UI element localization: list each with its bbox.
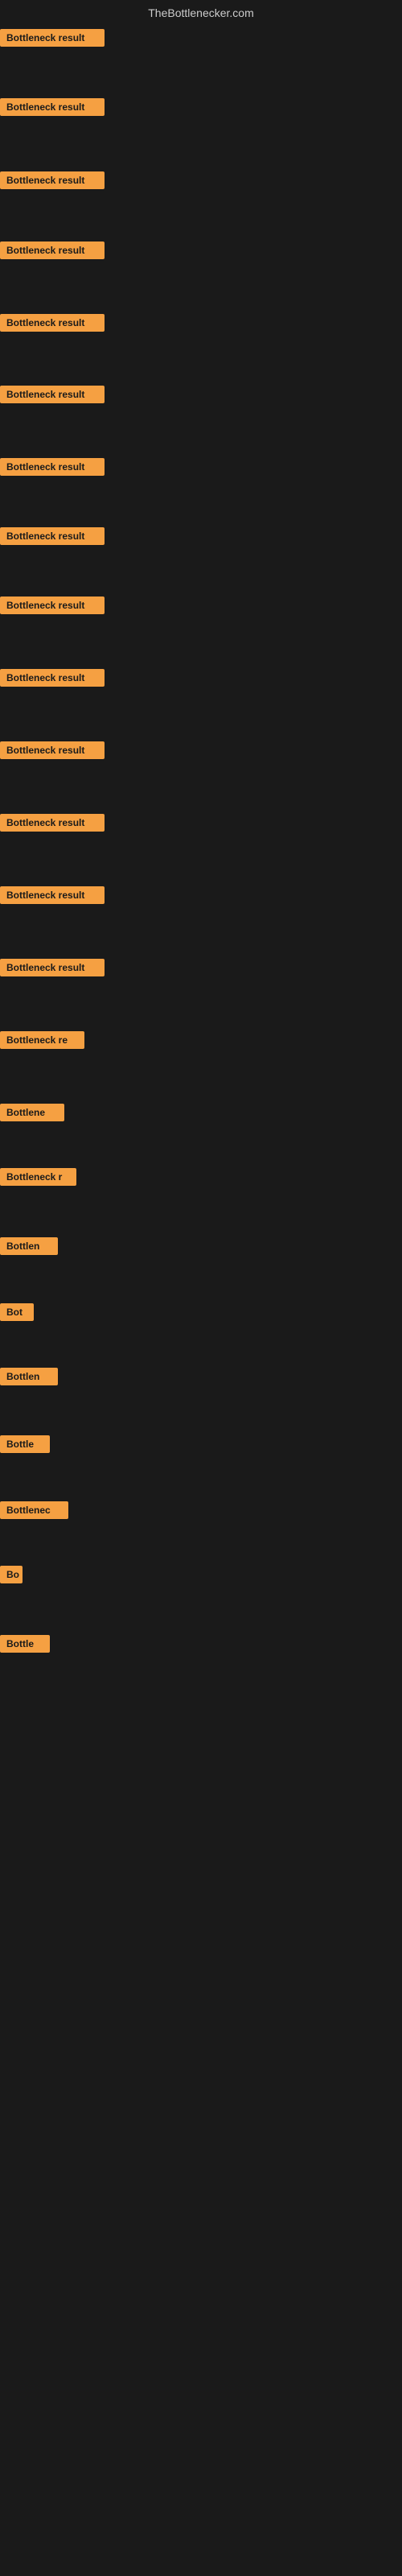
- bottleneck-item-14[interactable]: Bottleneck result: [0, 959, 105, 980]
- bottleneck-badge-10: Bottleneck result: [0, 669, 105, 687]
- bottleneck-item-4[interactable]: Bottleneck result: [0, 242, 105, 263]
- bottleneck-item-13[interactable]: Bottleneck result: [0, 886, 105, 908]
- bottleneck-item-20[interactable]: Bottlen: [0, 1368, 58, 1389]
- bottleneck-item-22[interactable]: Bottlenec: [0, 1501, 68, 1523]
- bottleneck-badge-4: Bottleneck result: [0, 242, 105, 259]
- bottleneck-badge-7: Bottleneck result: [0, 458, 105, 476]
- bottleneck-item-16[interactable]: Bottlene: [0, 1104, 64, 1125]
- bottleneck-badge-15: Bottleneck re: [0, 1031, 84, 1049]
- bottleneck-item-15[interactable]: Bottleneck re: [0, 1031, 84, 1053]
- bottleneck-badge-17: Bottleneck r: [0, 1168, 76, 1186]
- bottleneck-badge-1: Bottleneck result: [0, 29, 105, 47]
- bottleneck-item-1[interactable]: Bottleneck result: [0, 29, 105, 51]
- bottleneck-item-11[interactable]: Bottleneck result: [0, 741, 105, 763]
- bottleneck-badge-3: Bottleneck result: [0, 171, 105, 189]
- bottleneck-badge-12: Bottleneck result: [0, 814, 105, 832]
- bottleneck-item-12[interactable]: Bottleneck result: [0, 814, 105, 836]
- bottleneck-item-7[interactable]: Bottleneck result: [0, 458, 105, 480]
- bottleneck-item-5[interactable]: Bottleneck result: [0, 314, 105, 336]
- bottleneck-badge-14: Bottleneck result: [0, 959, 105, 976]
- bottleneck-item-9[interactable]: Bottleneck result: [0, 597, 105, 618]
- bottleneck-item-8[interactable]: Bottleneck result: [0, 527, 105, 549]
- bottleneck-badge-23: Bo: [0, 1566, 23, 1583]
- bottleneck-badge-9: Bottleneck result: [0, 597, 105, 614]
- bottleneck-badge-21: Bottle: [0, 1435, 50, 1453]
- bottleneck-badge-16: Bottlene: [0, 1104, 64, 1121]
- bottleneck-badge-24: Bottle: [0, 1635, 50, 1653]
- bottleneck-item-23[interactable]: Bo: [0, 1566, 23, 1587]
- bottleneck-badge-6: Bottleneck result: [0, 386, 105, 403]
- bottleneck-item-21[interactable]: Bottle: [0, 1435, 50, 1457]
- bottleneck-badge-19: Bot: [0, 1303, 34, 1321]
- bottleneck-item-3[interactable]: Bottleneck result: [0, 171, 105, 193]
- bottleneck-badge-13: Bottleneck result: [0, 886, 105, 904]
- bottleneck-item-17[interactable]: Bottleneck r: [0, 1168, 76, 1190]
- bottleneck-badge-20: Bottlen: [0, 1368, 58, 1385]
- bottleneck-badge-22: Bottlenec: [0, 1501, 68, 1519]
- bottleneck-badge-18: Bottlen: [0, 1237, 58, 1255]
- bottleneck-item-19[interactable]: Bot: [0, 1303, 34, 1325]
- bottleneck-badge-5: Bottleneck result: [0, 314, 105, 332]
- bottleneck-badge-11: Bottleneck result: [0, 741, 105, 759]
- bottleneck-item-24[interactable]: Bottle: [0, 1635, 50, 1657]
- bottleneck-item-18[interactable]: Bottlen: [0, 1237, 58, 1259]
- bottleneck-item-2[interactable]: Bottleneck result: [0, 98, 105, 120]
- bottleneck-badge-8: Bottleneck result: [0, 527, 105, 545]
- bottleneck-item-6[interactable]: Bottleneck result: [0, 386, 105, 407]
- bottleneck-badge-2: Bottleneck result: [0, 98, 105, 116]
- site-title: TheBottlenecker.com: [0, 0, 402, 29]
- bottleneck-item-10[interactable]: Bottleneck result: [0, 669, 105, 691]
